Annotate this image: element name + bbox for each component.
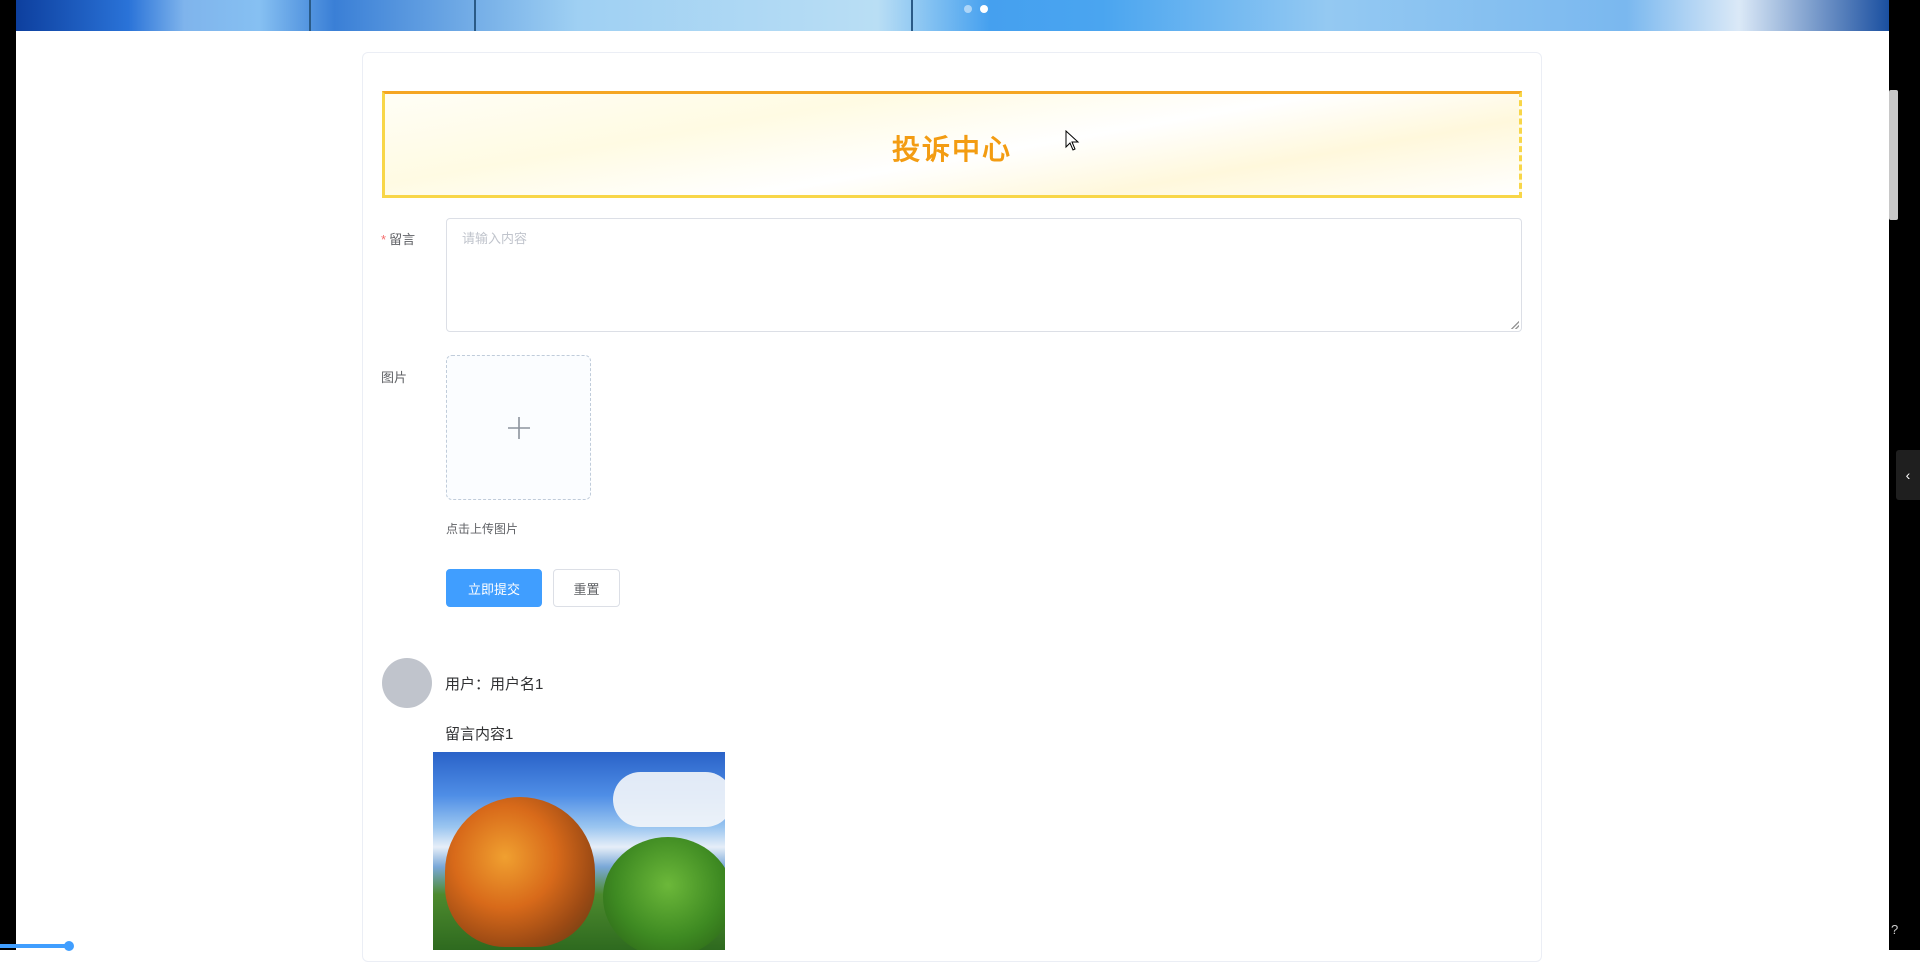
carousel-banner[interactable] (16, 0, 1889, 31)
image-label: 图片 (381, 370, 408, 385)
carousel-image-frame (911, 0, 913, 31)
progress-bar (0, 941, 74, 951)
side-panel-toggle[interactable]: ‹ (1896, 450, 1920, 500)
carousel-dot[interactable] (964, 5, 972, 13)
submit-button[interactable]: 立即提交 (446, 569, 542, 607)
chevron-left-icon: ‹ (1905, 467, 1911, 483)
corner-glyph: ? (1891, 922, 1899, 937)
carousel-indicators (964, 5, 988, 13)
reset-button[interactable]: 重置 (553, 569, 620, 607)
upload-tip: 点击上传图片 (446, 522, 519, 536)
carousel-image-frame (474, 0, 476, 31)
comment-content: 留言内容1 (445, 726, 514, 743)
message-label: * 留言 (381, 232, 416, 247)
page-title: 投诉中心 (891, 133, 1012, 165)
plus-icon (507, 416, 530, 439)
comment-user: 用户：用户名1 (445, 676, 544, 693)
message-textarea[interactable]: 请输入内容 (446, 218, 1522, 332)
left-edge (0, 0, 16, 950)
comment-image[interactable] (433, 752, 725, 950)
complaint-banner: 投诉中心 (382, 91, 1522, 198)
resize-handle-icon[interactable] (1511, 321, 1519, 329)
image-upload-box[interactable] (446, 355, 591, 500)
mouse-cursor-icon (1065, 130, 1080, 151)
avatar (382, 658, 432, 708)
carousel-dot-active[interactable] (980, 5, 988, 13)
message-placeholder: 请输入内容 (462, 231, 528, 246)
carousel-image-frame (309, 0, 311, 31)
vertical-scrollbar[interactable] (1889, 90, 1898, 220)
required-asterisk: * (381, 232, 387, 247)
